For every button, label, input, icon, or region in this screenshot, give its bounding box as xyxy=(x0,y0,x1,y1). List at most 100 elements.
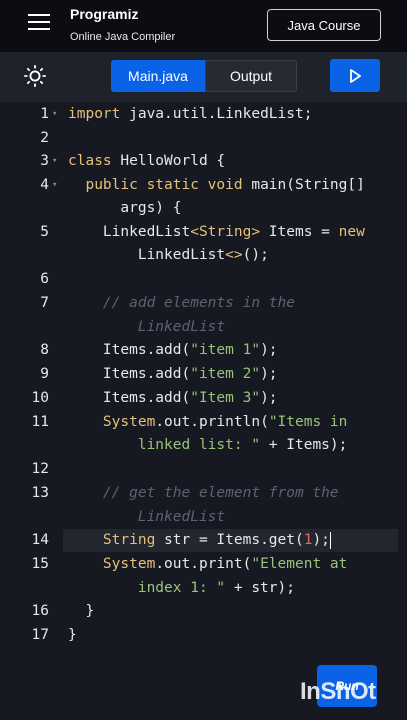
code-token: ); xyxy=(260,390,278,406)
tab-output[interactable]: Output xyxy=(205,60,297,92)
code-editor[interactable]: 1 ▾ import java.util.LinkedList; 2 3 ▾ class H… xyxy=(0,102,407,720)
code-line[interactable]: 13 // get the element from the xyxy=(0,482,407,505)
code-token: main(String[] xyxy=(242,177,365,193)
code-token: + str); xyxy=(225,580,295,596)
code-line[interactable]: 11 System.out.println("Items in xyxy=(0,411,407,434)
code-line[interactable]: 17} xyxy=(0,624,407,647)
line-number: 13 xyxy=(31,485,49,501)
code-text: } xyxy=(68,624,77,647)
code-token: LinkedList xyxy=(137,509,226,525)
code-token: LinkedList xyxy=(68,247,226,263)
fold-arrow-icon[interactable]: ▾ xyxy=(52,103,57,126)
code-text: linked list: " + Items); xyxy=(68,434,348,457)
code-text: args) { xyxy=(68,197,182,220)
code-token: ); xyxy=(260,342,278,358)
code-text: class HelloWorld { xyxy=(68,150,225,173)
code-line[interactable]: linked list: " + Items); xyxy=(0,434,407,457)
code-line[interactable]: 6 xyxy=(0,268,407,291)
code-line[interactable]: 3 ▾ class HelloWorld { xyxy=(0,150,407,173)
code-token: System xyxy=(102,556,156,572)
line-number: 2 xyxy=(40,130,49,146)
code-token: Items.add( xyxy=(68,366,191,382)
code-line[interactable]: 12 xyxy=(0,458,407,481)
tab-main-java[interactable]: Main.java xyxy=(111,60,205,92)
code-token: public static void xyxy=(85,177,243,193)
code-token: // get the element from the xyxy=(102,485,339,501)
code-token: Items = xyxy=(260,224,339,240)
code-line[interactable]: 14 String str = Items.get(1); xyxy=(32,529,398,552)
line-number: 4 xyxy=(40,177,49,193)
code-line[interactable]: 7 // add elements in the xyxy=(0,292,407,315)
code-line[interactable]: LinkedList<>(); xyxy=(0,244,407,267)
code-line[interactable]: args) { xyxy=(0,197,407,220)
code-token: args) { xyxy=(68,200,182,216)
app-header: Programiz Online Java Compiler Java Cour… xyxy=(0,0,407,52)
line-number: 6 xyxy=(40,271,49,287)
code-text: import java.util.LinkedList; xyxy=(68,103,312,126)
code-token: import xyxy=(68,106,121,122)
line-number: 7 xyxy=(40,295,49,311)
code-line[interactable]: 5 LinkedList<String> Items = new xyxy=(0,221,407,244)
code-text: Items.add("Item 3"); xyxy=(68,387,278,410)
code-line[interactable]: index 1: " + str); xyxy=(0,577,407,600)
code-token: Items.add( xyxy=(68,342,191,358)
code-text: Items.add("item 2"); xyxy=(68,363,278,386)
code-token: str = Items.get( xyxy=(155,532,304,548)
code-line[interactable]: 9 Items.add("item 2"); xyxy=(0,363,407,386)
code-line[interactable]: 16 } xyxy=(0,600,407,623)
code-line[interactable]: 15 System.out.print("Element at xyxy=(0,553,407,576)
code-token: java.util.LinkedList; xyxy=(120,106,313,122)
code-line[interactable]: LinkedList xyxy=(0,506,407,529)
theme-toggle-sun-icon[interactable] xyxy=(24,65,46,87)
code-token: "Items in xyxy=(268,414,348,430)
fold-arrow-icon[interactable]: ▾ xyxy=(52,174,57,197)
code-text: index 1: " + str); xyxy=(68,577,295,600)
code-token: // add elements in the xyxy=(102,295,295,311)
line-number: 17 xyxy=(31,627,49,643)
brand[interactable]: Programiz Online Java Compiler xyxy=(70,6,175,43)
code-text: Items.add("item 1"); xyxy=(68,339,278,362)
run-button[interactable] xyxy=(330,59,380,92)
code-line[interactable]: LinkedList xyxy=(0,316,407,339)
code-line[interactable]: 2 xyxy=(0,127,407,150)
code-line[interactable]: 10 Items.add("Item 3"); xyxy=(0,387,407,410)
editor-toolbar: Main.java Output xyxy=(0,52,407,102)
code-line[interactable]: 1 ▾ import java.util.LinkedList; xyxy=(0,103,407,126)
code-token: } xyxy=(68,627,77,643)
hamburger-menu-icon[interactable] xyxy=(28,14,50,32)
code-token: class xyxy=(68,153,112,169)
code-token: HelloWorld { xyxy=(111,153,226,169)
code-token: ); xyxy=(312,532,330,548)
line-number: 8 xyxy=(40,342,49,358)
code-text: LinkedList xyxy=(68,316,225,339)
code-token: <String> xyxy=(190,224,261,240)
code-line[interactable]: 8 Items.add("item 1"); xyxy=(0,339,407,362)
code-text: } xyxy=(68,600,94,623)
code-text: public static void main(String[] xyxy=(68,174,365,197)
code-line[interactable]: 4 ▾ public static void main(String[] xyxy=(0,174,407,197)
text-cursor xyxy=(329,531,331,549)
code-token: "Element at xyxy=(251,556,348,572)
brand-subtitle: Online Java Compiler xyxy=(70,31,176,43)
code-token: "item 2" xyxy=(190,366,261,382)
code-text: System.out.println("Items in xyxy=(68,411,347,434)
code-text: System.out.print("Element at xyxy=(68,553,347,576)
code-text: LinkedList xyxy=(68,506,225,529)
fold-arrow-icon[interactable]: ▾ xyxy=(52,150,57,173)
code-token: String xyxy=(102,532,156,548)
code-token: LinkedList xyxy=(68,224,191,240)
line-number: 14 xyxy=(31,532,49,548)
line-number: 9 xyxy=(40,366,49,382)
code-token: "Item 3" xyxy=(190,390,261,406)
java-course-button[interactable]: Java Course xyxy=(267,9,381,41)
code-token: } xyxy=(68,603,95,619)
line-number: 16 xyxy=(31,603,49,619)
code-text: LinkedList<>(); xyxy=(68,244,269,267)
